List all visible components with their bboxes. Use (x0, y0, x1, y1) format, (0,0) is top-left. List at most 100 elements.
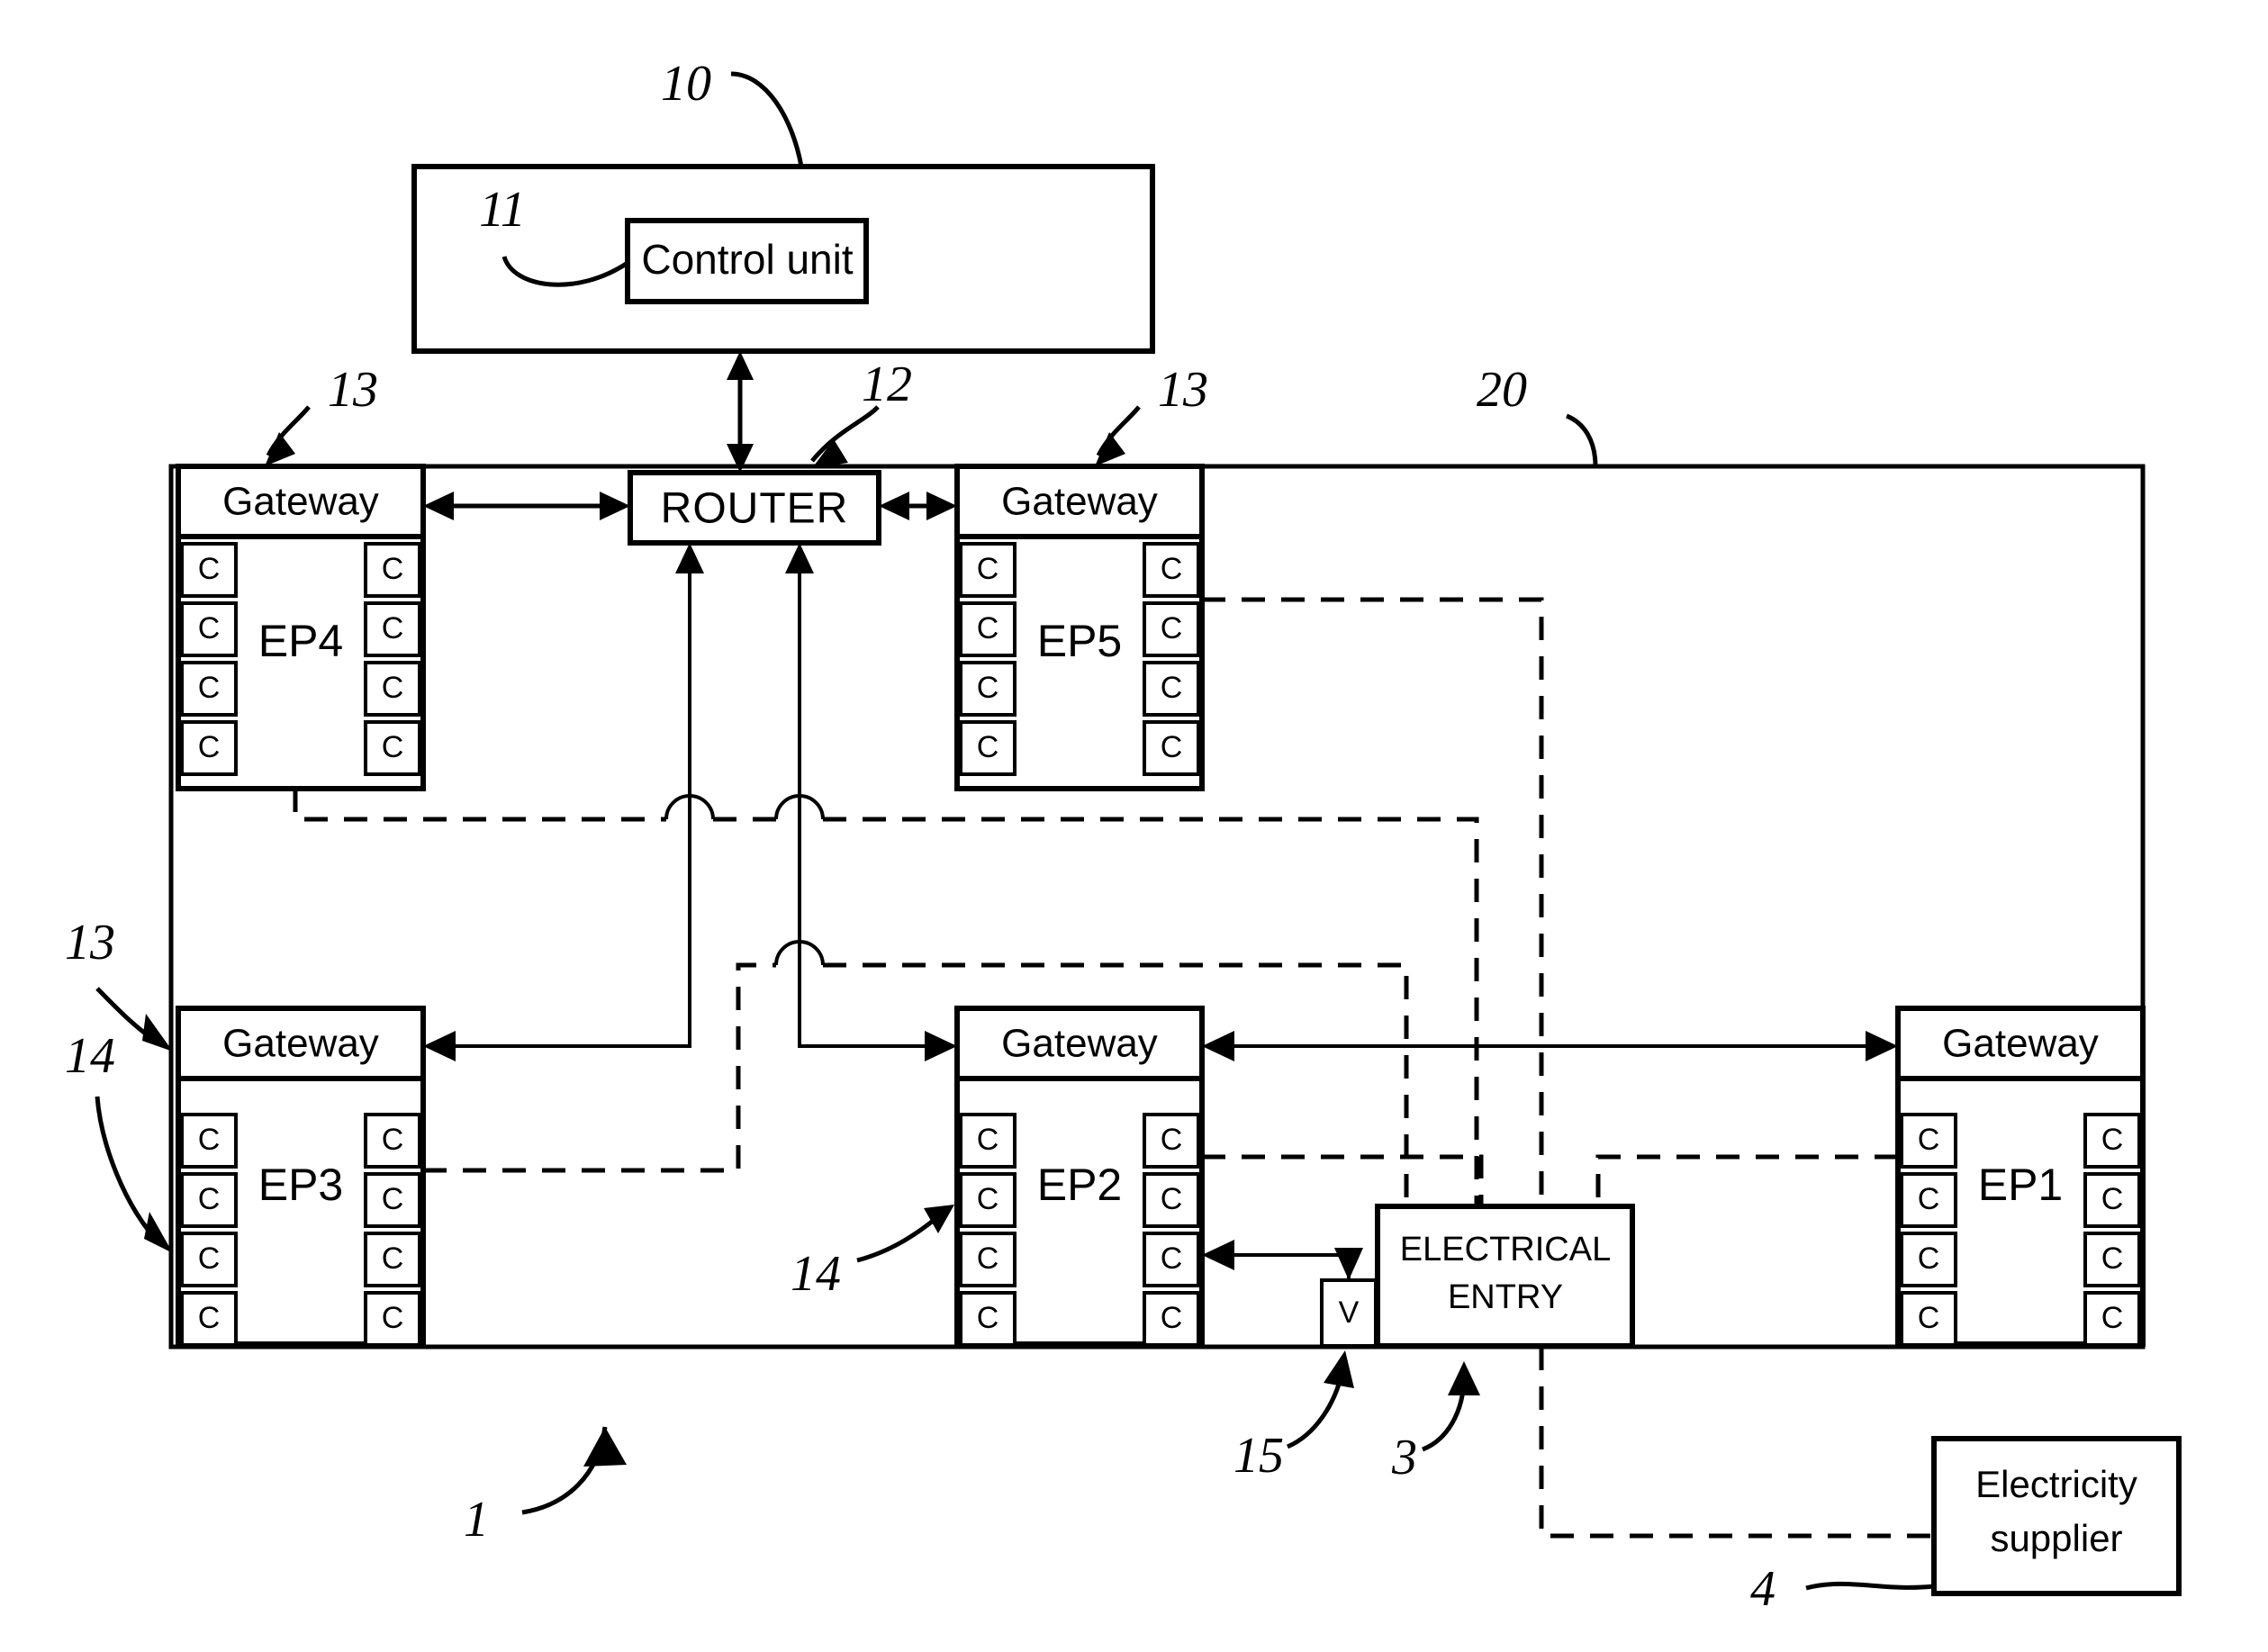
power-line-ep2 (1202, 1154, 1484, 1206)
ref-number-14-ep3: 14 (65, 1028, 115, 1084)
router-ep2-link (785, 543, 957, 1061)
leader-arrowhead-13-ep3 (142, 1014, 173, 1052)
leader-arrowhead-1 (583, 1427, 627, 1467)
arrowhead-left-router (879, 492, 909, 520)
ep5-contactor-l1-label: C (977, 552, 999, 586)
ep1-contactor-l4-label: C (1918, 1301, 1940, 1335)
ep1-label: EP1 (1978, 1160, 2064, 1210)
ep4-contactor-r4-label: C (382, 730, 404, 764)
electrical-entry-line1: ELECTRICAL (1400, 1231, 1611, 1268)
diagram-canvas: Control unit 11 10 20 1 ROUTER 12 Gatewa… (65, 56, 2182, 1617)
leader-arrowhead-3 (1448, 1361, 1480, 1395)
meter-label: V (1339, 1295, 1360, 1330)
arrowhead-right-ep5gw (926, 492, 957, 520)
ep2-contactor-r3-label: C (1161, 1241, 1183, 1276)
ref-number-11: 11 (479, 182, 526, 238)
ep1-contactor-l2-label: C (1918, 1182, 1940, 1216)
ep4-contactor-r2-label: C (382, 611, 404, 645)
meter-to-ep2-wire (1220, 1253, 1351, 1280)
arrowhead-right-ep1gw (1866, 1031, 1898, 1061)
ref-number-12: 12 (862, 357, 912, 412)
arrowhead-right-router (600, 492, 630, 520)
ep3-contactor-r2-label: C (382, 1182, 404, 1216)
ep1-contactor-r3-label: C (2101, 1241, 2124, 1276)
power-line-ep3 (423, 940, 1409, 1206)
power-line-ep5 (1202, 597, 1544, 1206)
ep5-contactor-r3-label: C (1161, 671, 1183, 705)
ep4-label: EP4 (258, 616, 344, 666)
electricity-supplier-box (1931, 1436, 2182, 1596)
electrical-entry-group: ELECTRICAL ENTRY 3 (1375, 1204, 1635, 1485)
ep4-contactor-l2-label: C (198, 611, 221, 645)
ep4-contactor-l4-label: C (198, 730, 221, 764)
ref-number-13-ep4: 13 (328, 362, 378, 418)
leader-line-10 (730, 71, 804, 167)
ep3-contactor-l4-label: C (198, 1301, 221, 1335)
ep4-contactor-r1-label: C (382, 552, 404, 586)
ep3-contactor-r4-label: C (382, 1301, 404, 1335)
electrical-entry-box (1375, 1204, 1635, 1349)
ep2-contactor-r2-label: C (1161, 1182, 1183, 1216)
ep2-ep1-link (1202, 1031, 1898, 1061)
ep4-router-link (423, 492, 630, 520)
ref-number-10: 10 (661, 56, 711, 112)
ep3-label: EP3 (258, 1160, 344, 1210)
ep1-contactor-l3-label: C (1918, 1241, 1940, 1276)
router-label: ROUTER (661, 485, 849, 533)
ref-number-1: 1 (464, 1492, 489, 1548)
leader-arrowhead-14-ep3 (144, 1212, 173, 1253)
electricity-supplier-group: Electricity supplier 4 (1750, 1436, 2182, 1617)
arrowhead-left-ep4gw (423, 492, 454, 520)
ep2-contactor-l1-label: C (977, 1123, 999, 1157)
router-ep5-link (879, 492, 957, 520)
ep3-contactor-r3-label: C (382, 1241, 404, 1276)
arrowhead-up-router-left (675, 543, 704, 573)
leader-line-1 (521, 1426, 608, 1515)
ep1-contactor-r4-label: C (2101, 1301, 2124, 1335)
ep5-contactor-r4-label: C (1161, 730, 1183, 764)
arrowhead-ep3-gateway (423, 1031, 456, 1061)
electrical-entry-line2: ENTRY (1448, 1278, 1563, 1316)
ref-number-14-ep2: 14 (791, 1246, 841, 1302)
ep1-gateway-label: Gateway (1942, 1022, 2099, 1066)
ref-number-3: 3 (1391, 1430, 1417, 1485)
arrowhead-meter-ep2 (1202, 1240, 1234, 1270)
ep5-gateway-label: Gateway (1001, 480, 1158, 524)
ref-number-13-ep5: 13 (1158, 362, 1208, 418)
ep2-contactor-l4-label: C (977, 1301, 999, 1335)
ep3-contactor-l3-label: C (198, 1241, 221, 1276)
ep2-contactor-r1-label: C (1161, 1123, 1183, 1157)
ref-number-15: 15 (1233, 1428, 1284, 1484)
ep1-contactor-r2-label: C (2101, 1182, 2124, 1216)
ep3-contactor-r1-label: C (382, 1123, 404, 1157)
leader-line-14-ep2 (856, 1212, 944, 1263)
arrowhead-down-meter (1334, 1248, 1363, 1280)
power-line-ep1 (1595, 1154, 1898, 1206)
ep1-contactor-r1-label: C (2101, 1123, 2124, 1157)
power-line-ep4 (293, 789, 1479, 1206)
ep2-gateway-label: Gateway (1001, 1022, 1158, 1066)
electricity-supplier-line1: Electricity (1975, 1463, 2137, 1505)
arrowhead-ep2-gateway (925, 1031, 957, 1061)
ref-number-13-ep3: 13 (65, 915, 115, 970)
endpoint-ep3-group: Gateway EP3 C C C C C C C C 13 14 (65, 915, 426, 1347)
ep4-contactor-l1-label: C (198, 552, 221, 586)
arrowhead-left-ep2gw (1202, 1031, 1234, 1061)
ep5-contactor-l2-label: C (977, 611, 999, 645)
ep5-label: EP5 (1037, 616, 1123, 666)
ep4-contactor-r3-label: C (382, 671, 404, 705)
ep2-label: EP2 (1037, 1160, 1123, 1210)
arrowhead-up-router-right (785, 543, 814, 573)
ep5-contactor-l4-label: C (977, 730, 999, 764)
endpoint-ep2-group: Gateway EP2 C C C C C C C C 14 (791, 1006, 1205, 1347)
leader-arrowhead-14-ep2 (924, 1205, 954, 1233)
endpoint-ep5-group: Gateway EP5 C C C C C C C C 13 (954, 362, 1208, 791)
leader-line-20 (1565, 413, 1598, 467)
leader-line-4 (1805, 1581, 1935, 1591)
ep5-contactor-l3-label: C (977, 671, 999, 705)
ep5-contactor-r2-label: C (1161, 611, 1183, 645)
electricity-supplier-line2: supplier (1990, 1517, 2122, 1559)
router-group: ROUTER 12 (628, 351, 912, 546)
ep1-contactor-l1-label: C (1918, 1123, 1940, 1157)
leader-arrowhead-15 (1324, 1350, 1354, 1388)
